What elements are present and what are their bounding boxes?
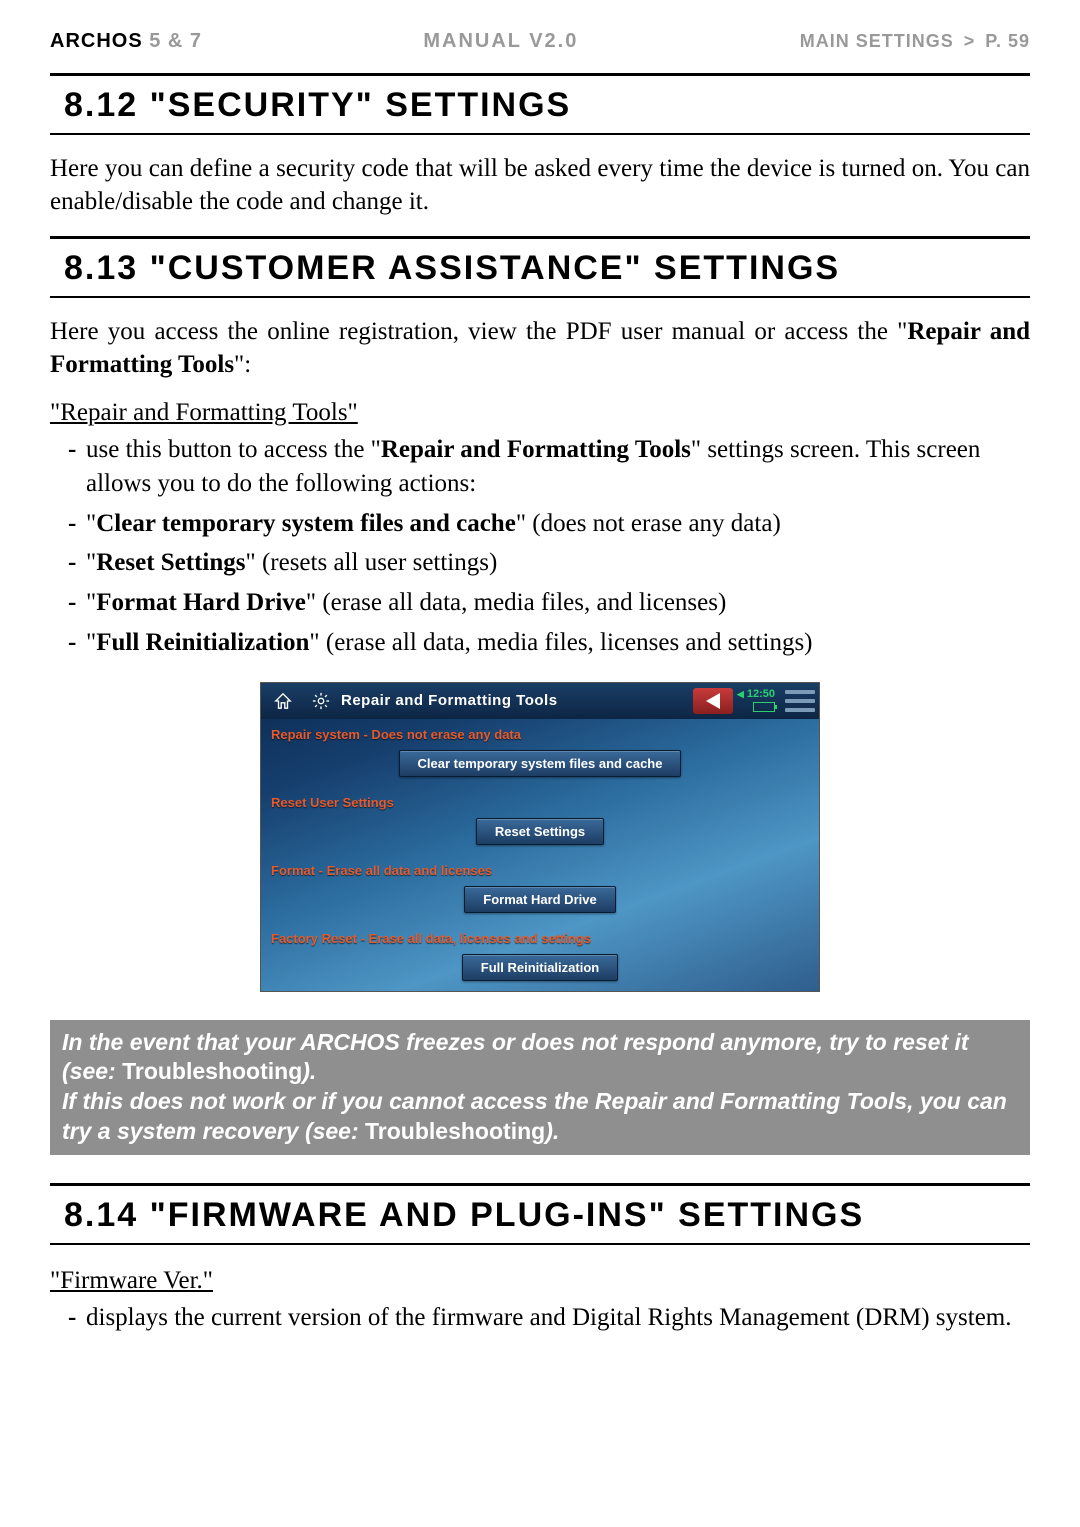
page-number: P. 59 [985, 31, 1030, 51]
section-813-intro: Here you access the online registration,… [50, 316, 1030, 381]
gear-icon[interactable] [303, 687, 339, 715]
text: " [86, 510, 96, 537]
clear-cache-button[interactable]: Clear temporary system files and cache [399, 750, 682, 777]
troubleshooting-link[interactable]: Troubleshooting [365, 1118, 545, 1144]
rule [50, 296, 1030, 298]
clock-time: 12:50 [747, 688, 775, 700]
ss-label-repair: Repair system - Does not erase any data [261, 719, 819, 746]
page-header: ARCHOS 5 & 7 MANUAL V2.0 MAIN SETTINGS >… [50, 30, 1030, 53]
breadcrumb: MAIN SETTINGS > P. 59 [800, 31, 1030, 52]
text: ). [302, 1058, 316, 1084]
breadcrumb-section: MAIN SETTINGS [800, 31, 954, 51]
text: " (erase all data, media files, licenses… [309, 629, 812, 656]
list-item: "Format Hard Drive" (erase all data, med… [68, 586, 1030, 620]
list-item: "Clear temporary system files and cache"… [68, 507, 1030, 541]
brand: ARCHOS [50, 30, 143, 52]
text-bold: Reset Settings [96, 549, 245, 576]
text-bold: Clear temporary system files and cache [96, 510, 516, 537]
screenshot-topbar: Repair and Formatting Tools ◀ 12:50 [261, 683, 819, 719]
text: " [86, 629, 96, 656]
breadcrumb-arrow: > [964, 31, 976, 51]
status-area: ◀ 12:50 [737, 689, 775, 712]
text-bold: Repair and Formatting Tools [381, 436, 691, 463]
reset-settings-button[interactable]: Reset Settings [476, 818, 604, 845]
section-814-title: 8.14 "FIRMWARE AND PLUG-INS" SETTINGS [50, 1186, 1030, 1243]
rule [50, 133, 1030, 135]
section-812-body: Here you can define a security code that… [50, 153, 1030, 218]
list-item: use this button to access the "Repair an… [68, 433, 1030, 501]
troubleshooting-callout: In the event that your ARCHOS freezes or… [50, 1020, 1030, 1156]
manual-version: MANUAL V2.0 [423, 30, 578, 53]
screenshot-title: Repair and Formatting Tools [341, 692, 693, 709]
list-item: displays the current version of the firm… [68, 1301, 1030, 1335]
section-813-title: 8.13 "CUSTOMER ASSISTANCE" SETTINGS [50, 239, 1030, 296]
section-812-title: 8.12 "SECURITY" SETTINGS [50, 76, 1030, 133]
text: ). [545, 1118, 559, 1144]
text-bold: Format Hard Drive [96, 589, 306, 616]
back-button[interactable] [693, 688, 733, 714]
text: " [86, 589, 96, 616]
text: Here you access the online registration,… [50, 318, 907, 345]
repair-tools-subhead: "Repair and Formatting Tools" [50, 399, 1030, 427]
ss-label-factory: Factory Reset - Erase all data, licenses… [261, 923, 819, 950]
ss-label-reset-user: Reset User Settings [261, 787, 819, 814]
list-item: "Full Reinitialization" (erase all data,… [68, 626, 1030, 660]
troubleshooting-link[interactable]: Troubleshooting [122, 1058, 302, 1084]
repair-tools-list: use this button to access the "Repair an… [50, 433, 1030, 660]
firmware-ver-subhead: "Firmware Ver." [50, 1267, 1030, 1295]
text: " (resets all user settings) [246, 549, 498, 576]
callout-line-2: If this does not work or if you cannot a… [62, 1087, 1018, 1147]
device-screenshot: Repair and Formatting Tools ◀ 12:50 Repa… [260, 682, 820, 992]
rule [50, 1243, 1030, 1245]
text: " (does not erase any data) [516, 510, 781, 537]
model: 5 & 7 [149, 30, 202, 52]
brand-block: ARCHOS 5 & 7 [50, 30, 202, 53]
home-icon[interactable] [265, 687, 301, 715]
text: use this button to access the " [86, 436, 381, 463]
clock: ◀ 12:50 [737, 689, 775, 700]
format-hd-button[interactable]: Format Hard Drive [464, 886, 615, 913]
ss-label-format: Format - Erase all data and licenses [261, 855, 819, 882]
text: ": [234, 351, 251, 378]
text: " (erase all data, media files, and lice… [306, 589, 726, 616]
text-bold: Full Reinitialization [96, 629, 309, 656]
callout-line-1: In the event that your ARCHOS freezes or… [62, 1028, 1018, 1088]
full-reinit-button[interactable]: Full Reinitialization [462, 954, 618, 981]
firmware-list: displays the current version of the firm… [50, 1301, 1030, 1335]
battery-icon [753, 702, 775, 712]
text: " [86, 549, 96, 576]
list-item: "Reset Settings" (resets all user settin… [68, 546, 1030, 580]
menu-icon[interactable] [785, 690, 815, 712]
